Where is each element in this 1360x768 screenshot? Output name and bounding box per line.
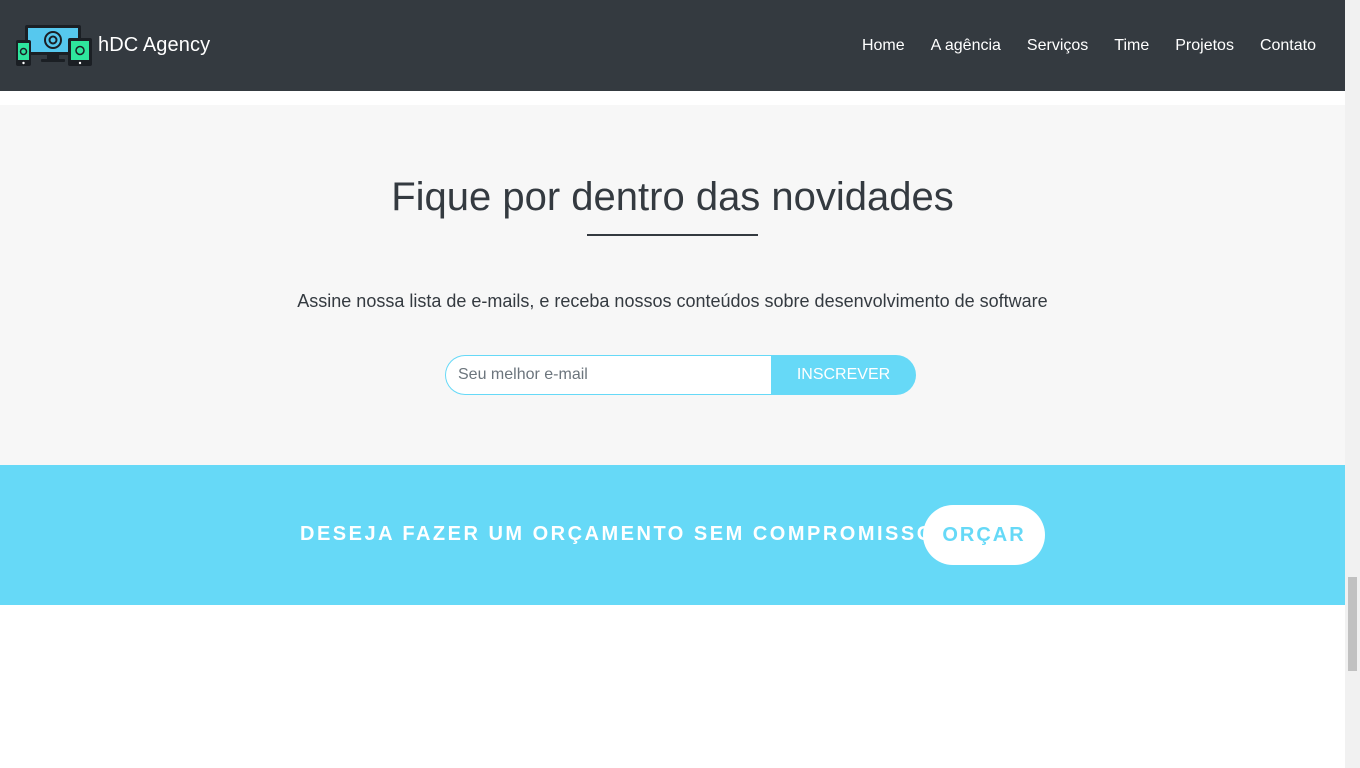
nav-item-servicos: Serviços <box>1014 37 1101 55</box>
nav-link-servicos[interactable]: Serviços <box>1027 37 1088 54</box>
nav-link-time[interactable]: Time <box>1114 37 1149 54</box>
page-scrollbar[interactable] <box>1345 0 1360 768</box>
devices-logo-icon <box>16 24 92 66</box>
scrollbar-thumb[interactable] <box>1348 577 1357 671</box>
brand-link[interactable]: hDC Agency <box>16 24 210 68</box>
nav-link-contato[interactable]: Contato <box>1260 37 1316 54</box>
nav-link-agencia[interactable]: A agência <box>931 37 1001 54</box>
newsletter-section: Fique por dentro das novidades Assine no… <box>0 105 1345 465</box>
quote-button[interactable]: ORÇAR <box>923 505 1045 565</box>
subscribe-form: INSCREVER <box>445 355 916 395</box>
nav-menu: Home A agência Serviços Time Projetos Co… <box>849 37 1329 55</box>
nav-item-agencia: A agência <box>918 37 1014 55</box>
nav-item-contato: Contato <box>1247 37 1329 55</box>
brand-name: hDC Agency <box>98 34 211 56</box>
cta-text: DESEJA FAZER UM ORÇAMENTO SEM COMPROMISS… <box>300 523 950 545</box>
nav-item-time: Time <box>1101 37 1162 55</box>
email-input[interactable] <box>445 355 771 395</box>
nav-item-projetos: Projetos <box>1162 37 1247 55</box>
nav-item-home: Home <box>849 37 918 55</box>
navbar: hDC Agency Home A agência Serviços Time … <box>0 0 1345 91</box>
newsletter-description: Assine nossa lista de e-mails, e receba … <box>297 291 1048 311</box>
title-divider <box>587 234 758 236</box>
newsletter-title: Fique por dentro das novidades <box>391 175 954 219</box>
subscribe-button[interactable]: INSCREVER <box>771 355 916 395</box>
page: hDC Agency Home A agência Serviços Time … <box>0 0 1345 768</box>
quote-cta-section: DESEJA FAZER UM ORÇAMENTO SEM COMPROMISS… <box>0 465 1345 605</box>
nav-link-projetos[interactable]: Projetos <box>1175 37 1234 54</box>
nav-link-home[interactable]: Home <box>862 37 905 54</box>
